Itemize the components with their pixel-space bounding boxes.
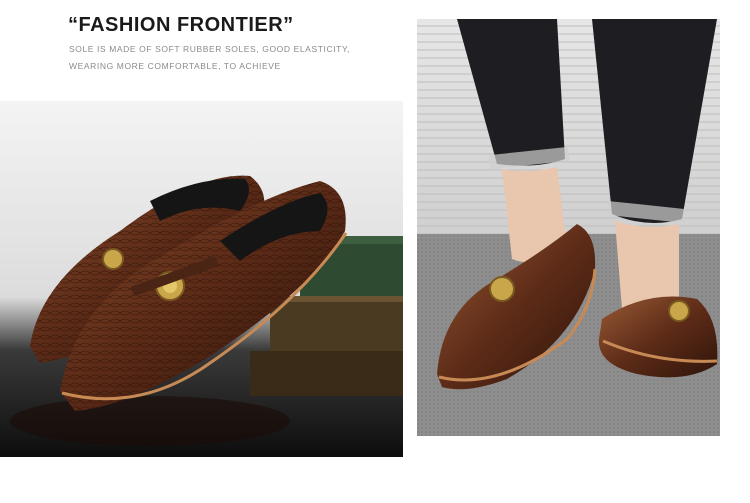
product-photo-lifestyle: [417, 19, 720, 436]
loafers-studio-illustration: [0, 101, 403, 457]
description-line-2: WEARING MORE COMFORTABLE, TO ACHIEVE: [69, 61, 281, 71]
headline: “FASHION FRONTIER”: [68, 14, 294, 36]
loafers-worn-illustration: [417, 19, 720, 436]
product-photo-studio: [0, 101, 403, 457]
description-line-1: SOLE IS MADE OF SOFT RUBBER SOLES, GOOD …: [69, 44, 351, 54]
